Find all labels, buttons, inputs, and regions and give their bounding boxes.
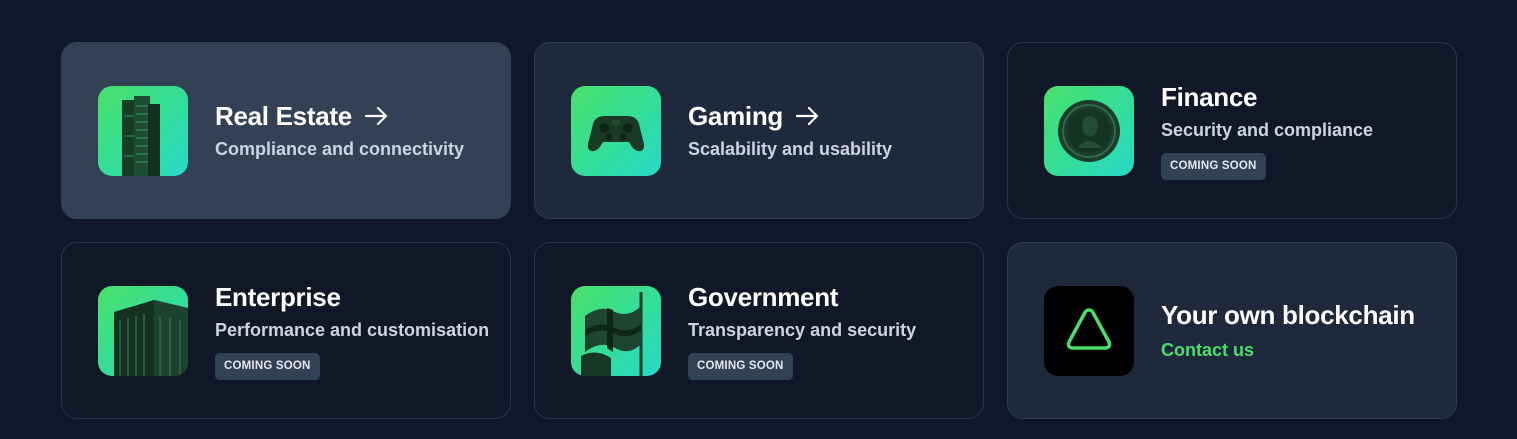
card-title: Finance	[1161, 81, 1258, 112]
card-subtitle: Compliance and connectivity	[215, 139, 465, 159]
card-title: Real Estate	[215, 101, 352, 131]
skyscraper-image	[98, 85, 188, 176]
card-government[interactable]: Government Transparency and security COM…	[534, 242, 984, 419]
card-subtitle: Transparency and security	[688, 319, 917, 340]
use-case-grid: Real Estate Compliance and connectivity …	[61, 42, 1457, 419]
arrow-right-icon	[795, 106, 819, 126]
card-real-estate[interactable]: Real Estate Compliance and connectivity	[61, 42, 511, 219]
card-finance[interactable]: Finance Security and compliance COMING S…	[1007, 42, 1457, 219]
card-enterprise[interactable]: Enterprise Performance and customisation…	[61, 242, 511, 419]
coming-soon-badge: COMING SOON	[215, 352, 320, 380]
card-your-own-blockchain[interactable]: Your own blockchain Contact us	[1007, 242, 1457, 419]
contact-us-link[interactable]: Contact us	[1161, 339, 1415, 361]
card-title: Gaming	[688, 101, 783, 131]
coming-soon-badge: COMING SOON	[688, 352, 793, 380]
card-title: Government	[688, 281, 839, 312]
card-subtitle: Scalability and usability	[688, 139, 893, 159]
gamepad-image	[571, 85, 661, 176]
card-subtitle: Performance and customisation	[215, 319, 490, 340]
triangle-logo-icon	[1044, 285, 1134, 376]
card-title: Enterprise	[215, 281, 341, 312]
coming-soon-badge: COMING SOON	[1161, 152, 1266, 180]
card-title: Your own blockchain	[1161, 300, 1415, 330]
coin-image	[1044, 85, 1134, 176]
card-gaming[interactable]: Gaming Scalability and usability	[534, 42, 984, 219]
card-subtitle: Security and compliance	[1161, 119, 1374, 140]
server-rack-image	[98, 285, 188, 376]
flag-image	[571, 285, 661, 376]
arrow-right-icon	[364, 106, 387, 126]
